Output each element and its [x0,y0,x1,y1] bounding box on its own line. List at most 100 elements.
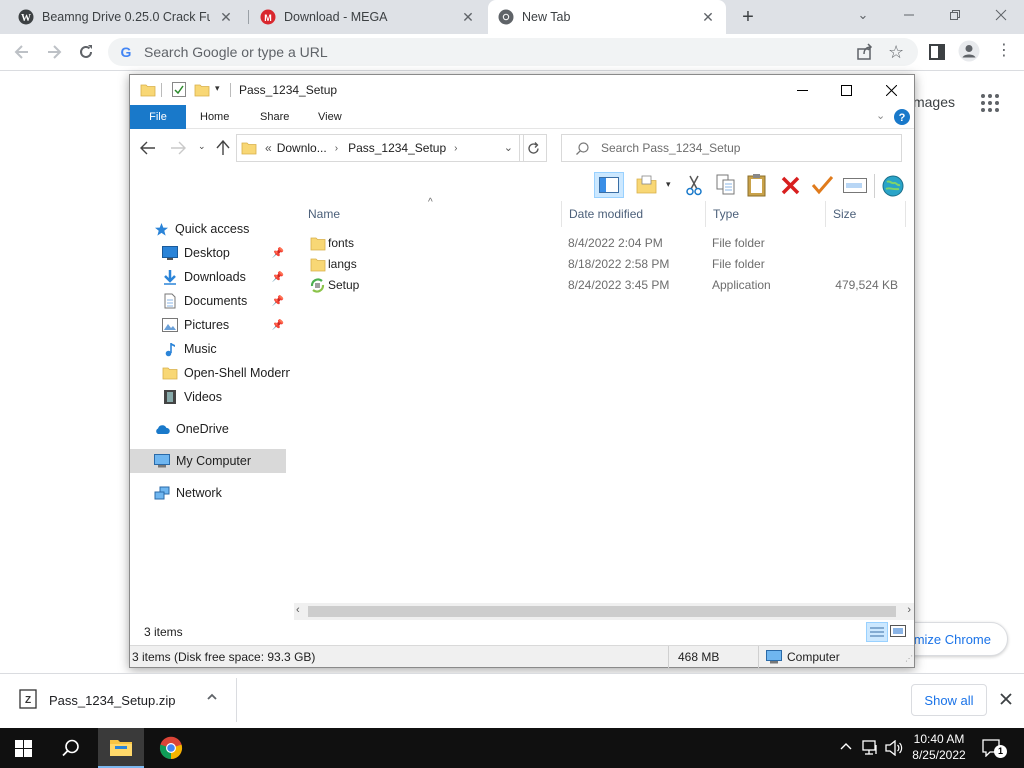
checkmark-icon[interactable] [811,175,833,195]
bookmark-star-icon[interactable]: ☆ [888,42,904,63]
nav-my-computer[interactable]: My Computer [130,449,286,473]
column-header-type[interactable]: Type [706,201,826,227]
close-icon[interactable]: ✕ [700,9,716,26]
download-item[interactable]: Z Pass_1234_Setup.zip [0,674,236,728]
column-header-size[interactable]: Size [826,201,906,227]
kebab-menu-icon[interactable]: ⋮ [996,42,1012,60]
recent-locations-icon[interactable]: ⌄ [198,141,206,152]
address-segment-current[interactable]: Pass_1234_Setup [348,141,446,155]
ribbon-tab-view[interactable]: View [304,105,356,129]
properties-icon[interactable] [172,82,187,98]
file-row[interactable]: langs 8/18/2022 2:58 PM File folder [294,254,914,275]
nav-item-desktop[interactable]: Desktop 📌 [162,241,290,265]
address-bar[interactable]: « Downlo... › Pass_1234_Setup › ⌄ [236,134,524,162]
search-box[interactable]: Search Pass_1234_Setup [561,134,902,162]
explorer-command-bar: ▾ [130,171,914,201]
minimize-button[interactable] [780,75,824,105]
large-icons-view-button[interactable] [890,624,906,638]
network-tray-icon[interactable] [862,740,880,756]
address-segment-downloads[interactable]: Downlo... [277,141,327,155]
nav-item-documents[interactable]: Documents 📌 [162,289,290,313]
column-header-name[interactable]: Name [294,201,562,227]
ribbon-tab-share[interactable]: Share [246,105,303,129]
new-folder-icon[interactable] [194,82,210,98]
taskbar-chrome[interactable] [148,728,194,768]
delete-icon[interactable] [781,176,800,195]
ribbon-tab-home[interactable]: Home [186,105,243,129]
close-icon[interactable]: ✕ [218,9,234,26]
show-hidden-icons-button[interactable] [840,741,852,751]
paste-icon[interactable] [747,173,767,197]
up-button[interactable] [216,140,230,156]
horizontal-scrollbar[interactable]: ‹ › [294,603,914,620]
forward-button[interactable] [170,141,186,155]
pin-icon[interactable]: 📌 [272,272,284,283]
scroll-left-icon[interactable]: ‹ [296,604,300,616]
share-icon[interactable] [856,43,874,61]
customize-qat-icon[interactable]: ▾ [215,83,220,94]
ribbon-tab-file[interactable]: File [130,105,186,129]
refresh-button[interactable] [519,134,547,162]
pin-icon[interactable]: 📌 [272,248,284,259]
close-shelf-button[interactable] [1000,693,1012,705]
show-all-button[interactable]: Show all [911,684,987,716]
nav-item-pictures[interactable]: Pictures 📌 [162,313,290,337]
tab-new-tab[interactable]: New Tab ✕ [488,0,726,34]
apps-grid-icon[interactable] [980,93,1000,113]
view-options-icon[interactable] [636,175,658,195]
search-button[interactable] [48,728,94,768]
nav-item-open-shell[interactable]: Open-Shell Modern [162,361,290,385]
start-button[interactable] [0,728,46,768]
omnibox[interactable]: G Search Google or type a URL [108,38,918,66]
forward-button[interactable] [44,42,64,62]
nav-item-downloads[interactable]: Downloads 📌 [162,265,290,289]
nav-item-music[interactable]: Music [162,337,290,361]
file-row[interactable]: fonts 8/4/2022 2:04 PM File folder [294,233,914,254]
taskbar-file-explorer[interactable] [98,728,144,768]
tab-mega[interactable]: M Download - MEGA ✕ [250,0,486,34]
details-view-button[interactable] [866,622,888,642]
tab-search-button[interactable]: ⌄ [840,0,886,30]
close-window-button[interactable] [978,0,1024,30]
side-panel-icon[interactable] [929,44,945,60]
volume-icon[interactable] [885,740,903,756]
notification-center-button[interactable]: 1 [982,739,1007,758]
resize-grip-icon[interactable]: ⋰ [905,654,913,663]
tab-beamng[interactable]: W Beamng Drive 0.25.0 Crack Full 2 ✕ [8,0,244,34]
help-icon[interactable]: ? [894,109,910,125]
system-clock[interactable]: 10:40 AM 8/25/2022 [908,731,970,763]
reload-button[interactable] [76,42,96,62]
nav-quick-access[interactable]: Quick access [154,217,290,241]
nav-onedrive[interactable]: OneDrive [154,417,290,441]
rename-icon[interactable] [843,178,867,193]
back-button[interactable] [140,141,156,155]
navigation-pane-button[interactable] [594,172,624,198]
profile-avatar[interactable] [958,40,980,62]
scroll-right-icon[interactable]: › [907,604,911,616]
view-options-dropdown-icon[interactable]: ▾ [666,179,671,190]
back-button[interactable] [12,42,32,62]
address-overflow[interactable]: « [265,141,272,155]
restore-button[interactable] [932,0,978,30]
globe-icon[interactable] [881,174,905,198]
copy-icon[interactable] [716,174,736,196]
chevron-right-icon[interactable]: › [335,143,338,154]
pin-icon[interactable]: 📌 [272,320,284,331]
address-dropdown-icon[interactable]: ⌄ [504,141,513,154]
pin-icon[interactable]: 📌 [272,296,284,307]
nav-network[interactable]: Network [154,481,290,505]
minimize-button[interactable] [886,0,932,30]
file-row[interactable]: Setup 8/24/2022 3:45 PM Application 479,… [294,275,914,296]
chevron-up-icon[interactable] [206,691,218,703]
maximize-button[interactable] [824,75,868,105]
scrollbar-thumb[interactable] [308,606,896,617]
cut-icon[interactable] [685,174,703,196]
close-icon[interactable]: ✕ [460,9,476,26]
nav-item-videos[interactable]: Videos [162,385,290,409]
expand-ribbon-icon[interactable]: ⌄ [876,109,885,122]
chevron-right-icon[interactable]: › [454,143,457,154]
close-button[interactable] [868,75,914,105]
nav-label: Documents [184,294,248,308]
new-tab-button[interactable]: + [737,6,759,28]
column-header-date[interactable]: Date modified [562,201,706,227]
